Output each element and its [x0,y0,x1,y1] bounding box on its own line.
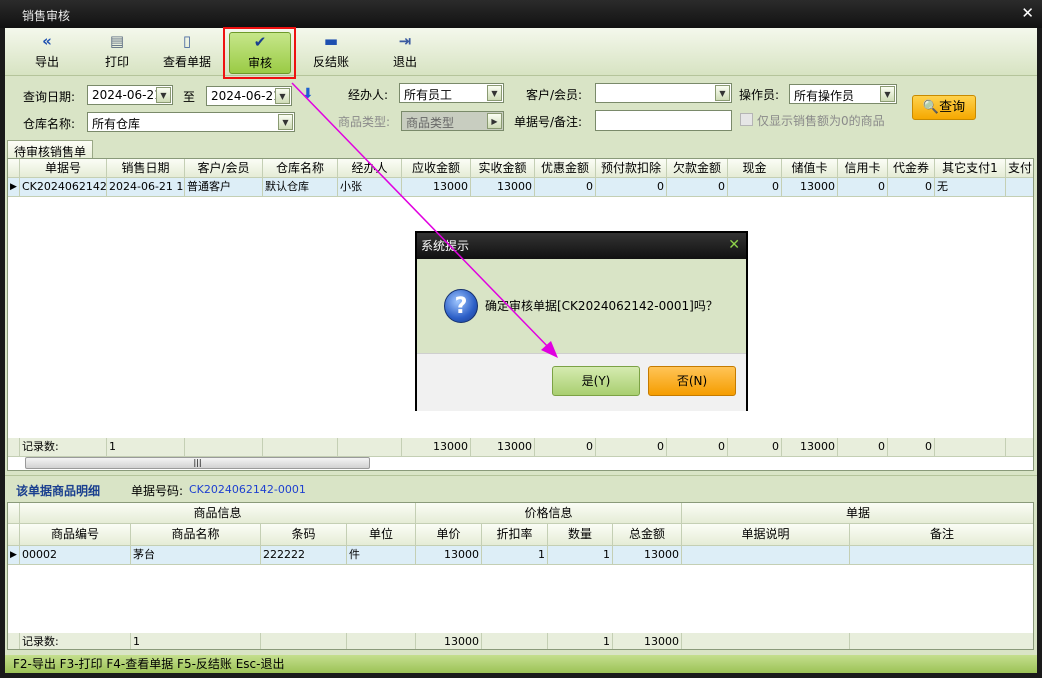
operator-label: 操作员: [739,88,780,102]
row-pointer-icon: ▶ [8,178,20,197]
column-header[interactable]: 现金 [728,159,782,178]
minus-icon: ▬ [323,32,339,50]
group-header: 商品信息 [20,503,416,524]
column-header[interactable]: 储值卡 [782,159,838,178]
date-to-picker[interactable]: 2024-06-21 ▼ [206,86,292,106]
group-header: 单据 [682,503,1033,524]
column-header[interactable]: 仓库名称 [263,159,338,178]
table-header: 单据号 销售日期 客户/会员 仓库名称 经办人 应收金额 实收金额 优惠金额 预… [8,159,1033,178]
query-button[interactable]: 🔍查询 [912,95,976,120]
column-header[interactable]: 单价 [416,524,482,546]
window-title: 销售审核 [22,9,71,23]
date-from-picker[interactable]: 2024-06-21 ▼ [87,85,173,105]
warehouse-select[interactable]: 所有仓库 ▼ [87,112,295,132]
chevron-down-icon[interactable]: ▼ [275,88,290,104]
status-bar: F2-导出 F3-打印 F4-查看单据 F5-反结账 Esc-退出 [5,655,1037,673]
column-header[interactable]: 折扣率 [482,524,548,546]
app-window: 销售审核 ✕ « 导出 ▤ 打印 ▯ 查看单据 ✔ 审核 ▬ 反结账 ⇥ 退出 … [0,0,1042,678]
no-button[interactable]: 否(N) [648,366,736,396]
table-header: 商品编号 商品名称 条码 单位 单价 折扣率 数量 总金额 单据说明 备注 [8,524,1033,546]
handler-label: 经办人: [348,88,389,102]
to-label: 至 [183,90,196,104]
printer-icon: ▤ [109,32,125,50]
export-icon: « [42,32,52,50]
handler-select[interactable]: 所有员工 ▼ [399,83,504,103]
column-header[interactable]: 优惠金额 [535,159,596,178]
toolbar: « 导出 ▤ 打印 ▯ 查看单据 ✔ 审核 ▬ 反结账 ⇥ 退出 [5,27,1037,79]
column-header[interactable]: 客户/会员 [185,159,263,178]
chevron-right-icon: ▶ [487,113,502,129]
table-row[interactable]: ▶ 00002 茅台 222222 件 13000 1 1 13000 [8,546,1033,565]
search-icon: 🔍 [922,100,940,115]
doc-no-input[interactable] [595,110,732,131]
detail-doc-label: 单据号码: [131,484,184,498]
operator-select[interactable]: 所有操作员 ▼ [789,84,897,104]
arrow-down-icon[interactable]: ⬇ [302,86,314,102]
column-header[interactable]: 单据说明 [682,524,850,546]
column-header[interactable]: 信用卡 [838,159,888,178]
detail-header-bar: 该单据商品明细 单据号码: CK2024062142-0001 [5,475,1037,502]
confirm-dialog: 系统提示 ✕ ? 确定审核单据[CK2024062142-0001]吗？ 是(Y… [415,231,748,411]
column-header[interactable]: 实收金额 [471,159,535,178]
row-pointer-icon: ▶ [8,546,20,565]
yes-button[interactable]: 是(Y) [552,366,640,396]
totals-row: 记录数: 1 13000 13000 0 0 0 0 13000 0 0 [8,438,1033,457]
close-icon[interactable]: ✕ [1021,4,1034,22]
chevron-down-icon[interactable]: ▼ [278,114,293,130]
detail-title: 该单据商品明细 [16,484,101,498]
zero-sales-label: 仅显示销售额为0的商品 [757,114,885,128]
column-header[interactable]: 商品名称 [131,524,261,546]
category-label: 商品类型: [338,115,391,129]
column-header[interactable]: 支付 [1006,159,1033,178]
dialog-message: 确定审核单据[CK2024062142-0001]吗？ [485,299,718,313]
column-header[interactable]: 预付款扣除 [596,159,667,178]
column-header[interactable]: 数量 [548,524,613,546]
column-header[interactable]: 总金额 [613,524,682,546]
chevron-down-icon[interactable]: ▼ [880,86,895,102]
column-header[interactable]: 其它支付1 [935,159,1006,178]
chevron-down-icon[interactable]: ▼ [156,87,171,103]
title-bar: 销售审核 ✕ [0,0,1042,28]
column-header[interactable]: 单位 [347,524,416,546]
checkmark-icon: ✔ [253,33,267,51]
date-label: 查询日期: [23,90,76,104]
customer-select[interactable]: ▼ [595,83,732,103]
warehouse-label: 仓库名称: [23,117,76,131]
totals-row: 记录数: 1 13000 1 13000 [8,633,1033,649]
column-header[interactable]: 代金券 [888,159,935,178]
column-header[interactable]: 条码 [261,524,347,546]
dialog-title-bar: 系统提示 ✕ [417,233,746,259]
print-button[interactable]: ▤ 打印 [97,32,137,72]
document-search-icon: ▯ [182,32,192,50]
column-header[interactable]: 欠款金额 [667,159,728,178]
reverse-settlement-button[interactable]: ▬ 反结账 [307,32,355,72]
dialog-footer: 是(Y) 否(N) [417,353,746,411]
table-row[interactable]: ▶ CK2024062142-0 2024-06-21 15 普通客户 默认仓库… [8,178,1033,197]
dialog-title: 系统提示 [421,239,470,253]
column-header[interactable]: 备注 [850,524,1033,546]
chevron-down-icon[interactable]: ▼ [715,85,730,101]
export-button[interactable]: « 导出 [27,32,67,72]
zero-sales-checkbox[interactable] [740,113,753,126]
table-group-header: 商品信息 价格信息 单据 [8,503,1033,524]
group-header: 价格信息 [416,503,682,524]
column-header[interactable]: 经办人 [338,159,402,178]
detail-doc-number: CK2024062142-0001 [189,483,306,496]
horizontal-scrollbar[interactable]: ||| [25,457,370,469]
detail-items-table: 商品信息 价格信息 单据 商品编号 商品名称 条码 单位 单价 折扣率 数量 总… [7,502,1034,650]
question-icon: ? [444,289,478,323]
column-header[interactable]: 应收金额 [402,159,471,178]
dialog-close-icon[interactable]: ✕ [728,233,740,257]
column-header[interactable]: 单据号 [20,159,107,178]
doc-no-label: 单据号/备注: [514,115,583,129]
view-document-button[interactable]: ▯ 查看单据 [157,32,217,72]
exit-door-icon: ⇥ [398,32,412,50]
audit-button[interactable]: ✔ 审核 [229,32,291,74]
category-select: 商品类型 ▶ [401,111,504,131]
customer-label: 客户/会员: [526,88,583,102]
chevron-down-icon[interactable]: ▼ [487,85,502,101]
column-header[interactable]: 商品编号 [20,524,131,546]
column-header[interactable]: 销售日期 [107,159,185,178]
exit-button[interactable]: ⇥ 退出 [385,32,425,72]
